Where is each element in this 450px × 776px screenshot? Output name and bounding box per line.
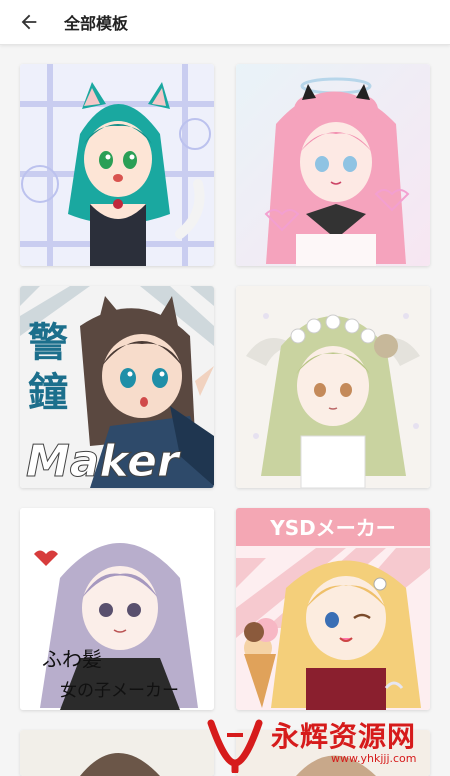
overlay-text: ふわ髪 — [42, 647, 102, 671]
template-thumbnail: YSDメーカー — [236, 508, 430, 710]
watermark-url: www.yhkjjj.com — [331, 752, 417, 765]
overlay-text: 鐘 — [28, 369, 68, 416]
back-button[interactable] — [12, 5, 46, 39]
arrow-left-icon — [21, 14, 37, 30]
app-bar: 全部模板 — [0, 0, 450, 45]
page-title: 全部模板 — [64, 14, 129, 33]
overlay-text: 警 — [28, 319, 68, 366]
template-thumbnail: 警 鐘 Maker — [20, 286, 214, 488]
overlay-text: 女の子メーカー — [60, 681, 179, 701]
watermark-text-block: 永辉资源网 www.yhkjjj.com — [271, 721, 417, 765]
template-card-keisho-maker[interactable]: 警 鐘 Maker — [20, 286, 214, 488]
template-card-pink-angel[interactable] — [236, 64, 430, 266]
template-thumbnail: ふわ髪 女の子メーカー — [20, 508, 214, 710]
template-card-partial-left[interactable] — [20, 730, 214, 776]
watermark-logo-icon — [207, 719, 263, 773]
watermark-title: 永辉资源网 — [271, 720, 417, 753]
overlay-text: Maker — [26, 436, 181, 487]
template-thumbnail — [236, 286, 430, 488]
template-card-flower-crown[interactable] — [236, 286, 430, 488]
template-card-catgirl-teal[interactable] — [20, 64, 214, 266]
overlay-text: YSDメーカー — [269, 516, 396, 540]
template-card-ysd-maker[interactable]: YSDメーカー — [236, 508, 430, 710]
template-thumbnail — [20, 730, 214, 776]
template-thumbnail — [20, 64, 214, 266]
site-watermark: 永辉资源网 www.yhkjjj.com — [205, 710, 450, 776]
template-card-fuwa-hair-girl[interactable]: ふわ髪 女の子メーカー — [20, 508, 214, 710]
template-thumbnail — [236, 64, 430, 266]
